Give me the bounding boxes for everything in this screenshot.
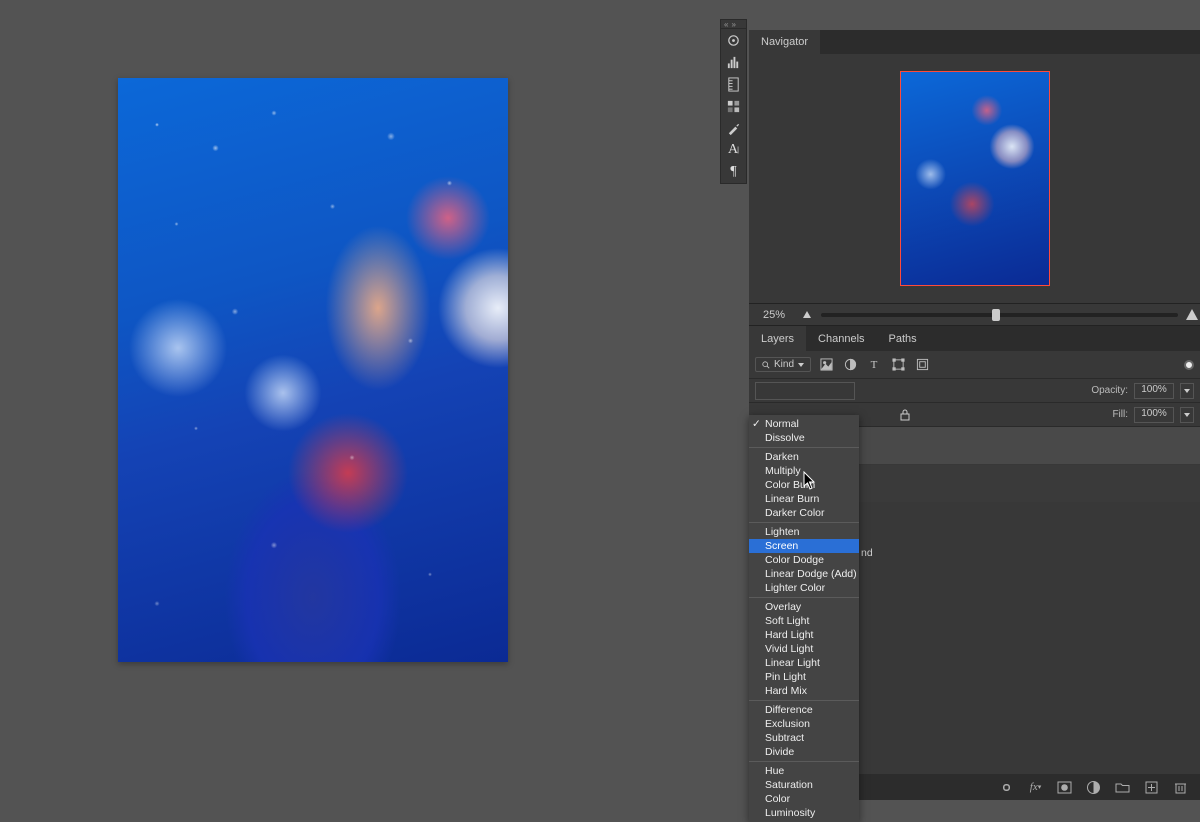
adjustment-layer-icon[interactable] bbox=[1086, 780, 1101, 795]
brush-icon[interactable] bbox=[721, 29, 746, 51]
swatch-icon[interactable] bbox=[721, 95, 746, 117]
blend-mode-item-soft-light[interactable]: Soft Light bbox=[749, 614, 859, 628]
blend-mode-item-color-burn[interactable]: Color Burn bbox=[749, 478, 859, 492]
link-layers-icon[interactable] bbox=[999, 780, 1014, 795]
collapsed-panel-dock: «» A| ¶ bbox=[720, 19, 747, 184]
blend-mode-item-multiply[interactable]: Multiply bbox=[749, 464, 859, 478]
tab-layers[interactable]: Layers bbox=[749, 326, 806, 351]
zoom-slider-thumb[interactable] bbox=[992, 309, 1000, 321]
mask-icon[interactable] bbox=[1057, 780, 1072, 795]
blend-mode-item-exclusion[interactable]: Exclusion bbox=[749, 717, 859, 731]
blend-mode-item-saturation[interactable]: Saturation bbox=[749, 778, 859, 792]
filter-smartobject-icon[interactable] bbox=[913, 356, 931, 374]
chevron-down-icon bbox=[798, 363, 804, 367]
filter-shape-icon[interactable] bbox=[889, 356, 907, 374]
opacity-flyout-icon[interactable] bbox=[1180, 383, 1194, 399]
filter-type-icon[interactable]: T bbox=[865, 356, 883, 374]
layer-name-fragment: nd bbox=[861, 547, 873, 559]
right-panel-column: Navigator 25% Layers Channels Paths Kind… bbox=[749, 30, 1200, 800]
fill-flyout-icon[interactable] bbox=[1180, 407, 1194, 423]
blend-mode-item-pin-light[interactable]: Pin Light bbox=[749, 670, 859, 684]
blend-mode-item-normal[interactable]: Normal bbox=[749, 417, 859, 431]
ruler-icon[interactable] bbox=[721, 73, 746, 95]
histogram-icon[interactable] bbox=[721, 51, 746, 73]
filter-adjustment-icon[interactable] bbox=[841, 356, 859, 374]
navigator-zoom-row: 25% bbox=[749, 304, 1200, 326]
delete-layer-icon[interactable] bbox=[1173, 780, 1188, 795]
filter-pixel-icon[interactable] bbox=[817, 356, 835, 374]
filter-kind-dropdown[interactable]: Kind bbox=[755, 357, 811, 372]
zoom-value[interactable]: 25% bbox=[749, 309, 799, 321]
filter-kind-label: Kind bbox=[774, 359, 794, 370]
tab-paths[interactable]: Paths bbox=[877, 326, 929, 351]
blend-mode-item-screen[interactable]: Screen bbox=[749, 539, 859, 553]
blend-mode-item-hard-light[interactable]: Hard Light bbox=[749, 628, 859, 642]
blend-mode-item-hue[interactable]: Hue bbox=[749, 764, 859, 778]
group-icon[interactable] bbox=[1115, 780, 1130, 795]
navigator-tabs: Navigator bbox=[749, 30, 1200, 54]
tab-navigator[interactable]: Navigator bbox=[749, 30, 820, 54]
blend-mode-item-subtract[interactable]: Subtract bbox=[749, 731, 859, 745]
brush-preset-icon[interactable] bbox=[721, 117, 746, 139]
blend-mode-item-luminosity[interactable]: Luminosity bbox=[749, 806, 859, 820]
blend-mode-item-divide[interactable]: Divide bbox=[749, 745, 859, 759]
blend-mode-item-difference[interactable]: Difference bbox=[749, 703, 859, 717]
type-icon[interactable]: A| bbox=[721, 139, 746, 161]
navigator-body[interactable] bbox=[749, 54, 1200, 304]
opacity-label: Opacity: bbox=[1091, 385, 1128, 396]
blend-mode-item-dissolve[interactable]: Dissolve bbox=[749, 431, 859, 445]
blend-mode-item-darken[interactable]: Darken bbox=[749, 450, 859, 464]
blend-mode-item-vivid-light[interactable]: Vivid Light bbox=[749, 642, 859, 656]
zoom-slider[interactable] bbox=[821, 313, 1178, 317]
dock-handle[interactable]: «» bbox=[721, 20, 746, 29]
filter-toggle-switch[interactable] bbox=[1184, 360, 1194, 370]
blend-mode-dropdown[interactable]: Normal bbox=[755, 382, 855, 400]
zoom-out-icon[interactable] bbox=[799, 311, 815, 318]
blend-opacity-row: Normal Opacity: 100% bbox=[749, 379, 1200, 403]
layer-stack[interactable]: nd NormalDissolveDarkenMultiplyColor Bur… bbox=[749, 427, 1200, 503]
fill-value-field[interactable]: 100% bbox=[1134, 407, 1174, 423]
blend-mode-item-linear-burn[interactable]: Linear Burn bbox=[749, 492, 859, 506]
blend-mode-item-lighter-color[interactable]: Lighter Color bbox=[749, 581, 859, 595]
blend-mode-item-color[interactable]: Color bbox=[749, 792, 859, 806]
blend-mode-item-hard-mix[interactable]: Hard Mix bbox=[749, 684, 859, 698]
fx-icon[interactable]: fx▾ bbox=[1028, 780, 1043, 795]
lock-all-icon[interactable] bbox=[897, 407, 913, 423]
blend-mode-item-color-dodge[interactable]: Color Dodge bbox=[749, 553, 859, 567]
blend-mode-item-linear-light[interactable]: Linear Light bbox=[749, 656, 859, 670]
blend-mode-item-lighten[interactable]: Lighten bbox=[749, 525, 859, 539]
fill-label: Fill: bbox=[1112, 409, 1128, 420]
navigator-thumbnail[interactable] bbox=[900, 71, 1050, 286]
opacity-value-field[interactable]: 100% bbox=[1134, 383, 1174, 399]
blend-mode-menu[interactable]: NormalDissolveDarkenMultiplyColor BurnLi… bbox=[749, 415, 859, 822]
layers-panel-tabs: Layers Channels Paths bbox=[749, 326, 1200, 351]
new-layer-icon[interactable] bbox=[1144, 780, 1159, 795]
tab-channels[interactable]: Channels bbox=[806, 326, 876, 351]
document-canvas[interactable] bbox=[118, 78, 508, 662]
blend-mode-item-linear-dodge-add-[interactable]: Linear Dodge (Add) bbox=[749, 567, 859, 581]
paragraph-icon[interactable]: ¶ bbox=[721, 161, 746, 183]
blend-mode-item-overlay[interactable]: Overlay bbox=[749, 600, 859, 614]
layer-filter-row: Kind T bbox=[749, 351, 1200, 379]
zoom-in-icon[interactable] bbox=[1184, 309, 1200, 320]
blend-mode-item-darker-color[interactable]: Darker Color bbox=[749, 506, 859, 520]
